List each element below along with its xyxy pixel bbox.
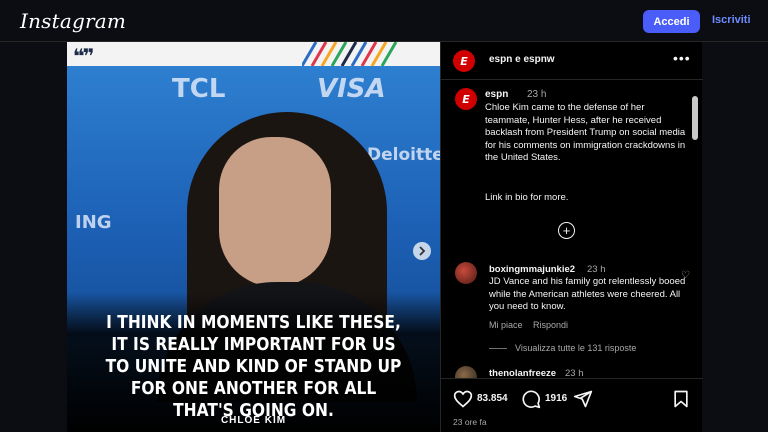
next-image-button[interactable]: [413, 242, 431, 260]
caption-avatar-letter: E: [462, 92, 470, 106]
sponsor-logo-ing: ING: [75, 212, 112, 233]
post-header: E espn e espnw •••: [441, 42, 703, 80]
replies-divider: [489, 348, 507, 349]
sponsor-logo-tcl: TCL: [172, 74, 226, 104]
comment-like-button[interactable]: Mi piace: [489, 320, 523, 330]
comment-like-icon[interactable]: ♡: [681, 270, 690, 281]
sponsor-logo-visa: VISA: [317, 74, 386, 104]
olympic-stripes-graphic: [302, 42, 398, 66]
quote-text: I THINK IN MOMENTS LIKE THESE, IT IS REA…: [105, 312, 402, 421]
post-image[interactable]: TCL VISA Deloitte ING ❝❞ I THINK IN MOME…: [67, 42, 440, 432]
comment-text: JD Vance and his family got relentlessly…: [489, 276, 686, 312]
scrollbar-thumb[interactable]: [692, 96, 698, 140]
plus-circle-icon: +: [562, 223, 571, 238]
load-more-comments-button[interactable]: +: [558, 222, 575, 239]
view-replies-button[interactable]: Visualizza tutte le 131 risposte: [515, 343, 636, 353]
comment-reply-button[interactable]: Rispondi: [533, 320, 568, 330]
post-timestamp: 23 ore fa: [453, 417, 487, 427]
header-strip: ❝❞: [67, 42, 440, 68]
caption-avatar[interactable]: E: [455, 88, 477, 110]
caption-time: 23 h: [527, 89, 547, 100]
likes-count[interactable]: 83.854: [477, 393, 508, 404]
comment-avatar[interactable]: [455, 366, 477, 378]
more-options-icon[interactable]: •••: [673, 50, 691, 66]
comment-avatar[interactable]: [455, 262, 477, 284]
caption-link-text: Link in bio for more.: [485, 192, 569, 203]
espn-avatar[interactable]: E: [453, 50, 475, 72]
caption-username[interactable]: espn: [485, 89, 508, 100]
login-button[interactable]: Accedi: [643, 10, 700, 33]
share-icon[interactable]: [573, 389, 593, 409]
heart-icon[interactable]: [453, 389, 473, 409]
post-authors[interactable]: espn e espnw: [489, 54, 555, 65]
top-bar: Instagram Accedi Iscriviti: [0, 0, 768, 42]
person-face: [219, 137, 331, 287]
post-details-panel: E espn e espnw ••• E espn 23 h Chloe Kim…: [440, 42, 703, 432]
post-actions-bar: 83.854 1916 23 ore fa: [441, 378, 703, 432]
comment-icon[interactable]: [521, 389, 541, 409]
comment-time: 23 h: [587, 264, 606, 275]
comments-count[interactable]: 1916: [545, 393, 567, 404]
comment-time: 23 h: [565, 368, 584, 378]
sponsor-logo-deloitte: Deloitte: [367, 145, 440, 165]
comment-username[interactable]: boxingmmajunkie2: [489, 264, 575, 275]
instagram-logo[interactable]: Instagram: [20, 9, 126, 33]
comments-scroll-area[interactable]: E espn 23 h Chloe Kim came to the defens…: [441, 80, 703, 378]
caption-text: Chloe Kim came to the defense of her tea…: [485, 102, 686, 163]
espn-avatar-letter: E: [460, 54, 468, 68]
chevron-right-icon: [419, 246, 426, 256]
comment-username[interactable]: thenolanfreeze: [489, 368, 556, 378]
signup-link[interactable]: Iscriviti: [712, 14, 751, 26]
quote-author: CHLOE KIM: [220, 415, 287, 426]
quote-mark-icon: ❝❞: [73, 44, 95, 68]
bookmark-icon[interactable]: [671, 389, 691, 409]
